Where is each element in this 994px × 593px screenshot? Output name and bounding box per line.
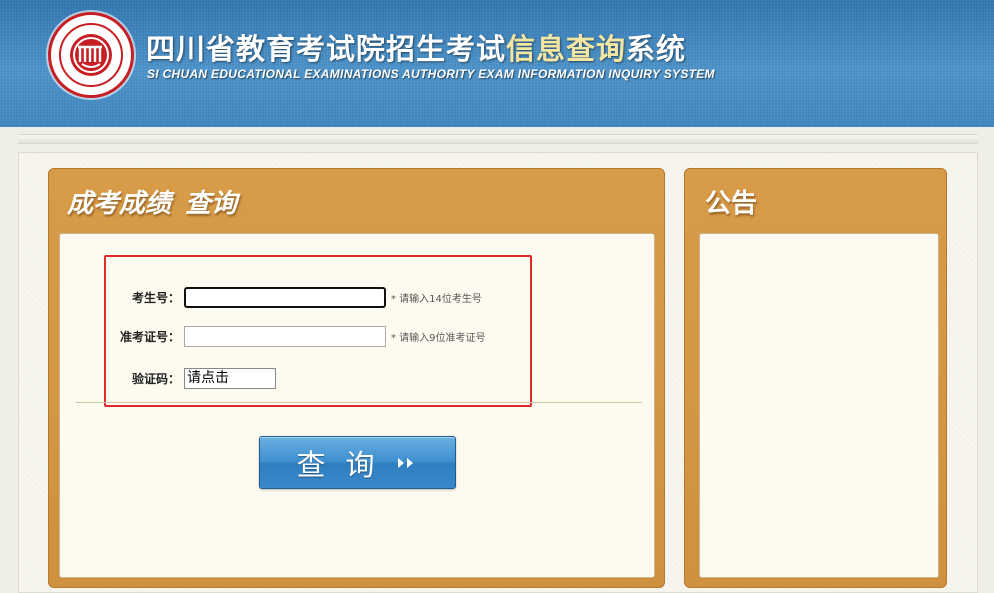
captcha-row: 验证码： 请点击 — [104, 366, 532, 390]
admission-no-hint: * 请输入9位准考证号 — [391, 332, 486, 344]
admission-no-label: 准考证号： — [119, 329, 180, 344]
notice-panel: 公告 — [684, 168, 947, 588]
admission-no-input[interactable] — [184, 325, 386, 347]
exam-no-label: 考生号： — [131, 290, 180, 305]
site-title: 四川省教育考试院招生考试信息查询系统 — [146, 26, 686, 66]
site-title-highlight: 信息查询 — [506, 32, 627, 66]
exam-no-hint: * 请输入14位考生号 — [391, 293, 482, 305]
sceea-seal-logo — [48, 12, 134, 98]
query-panel-title: 成考成绩 查询 — [67, 183, 237, 219]
site-title-part1: 四川省教育考试院招生考试 — [146, 32, 507, 66]
form-divider — [76, 402, 642, 403]
site-header: 四川省教育考试院招生考试信息查询系统 SI CHUAN EDUCATIONAL … — [0, 0, 994, 127]
logo-emblem-icon — [70, 34, 112, 76]
header-divider-strip — [18, 134, 978, 144]
exam-no-row: 考生号： * 请输入14位考生号 — [104, 285, 532, 309]
exam-no-input[interactable] — [184, 286, 386, 308]
query-panel-title-part2: 查询 — [185, 189, 238, 219]
double-chevron-right-icon — [397, 457, 413, 468]
captcha-label: 验证码： — [131, 371, 180, 386]
admission-no-row: 准考证号： * 请输入9位准考证号 — [104, 324, 532, 348]
notice-panel-title: 公告 — [705, 189, 758, 219]
query-panel-title-part1: 成考成绩 — [67, 189, 172, 219]
query-submit-button[interactable]: 查询 — [259, 436, 456, 489]
captcha-image-button[interactable]: 请点击 — [184, 367, 276, 389]
notice-panel-body[interactable] — [699, 233, 939, 578]
logo-ring — [59, 23, 123, 87]
query-submit-label: 查询 — [296, 447, 395, 482]
site-title-english: SI CHUAN EDUCATIONAL EXAMINATIONS AUTHOR… — [147, 67, 715, 81]
site-title-part2: 系统 — [626, 32, 687, 66]
